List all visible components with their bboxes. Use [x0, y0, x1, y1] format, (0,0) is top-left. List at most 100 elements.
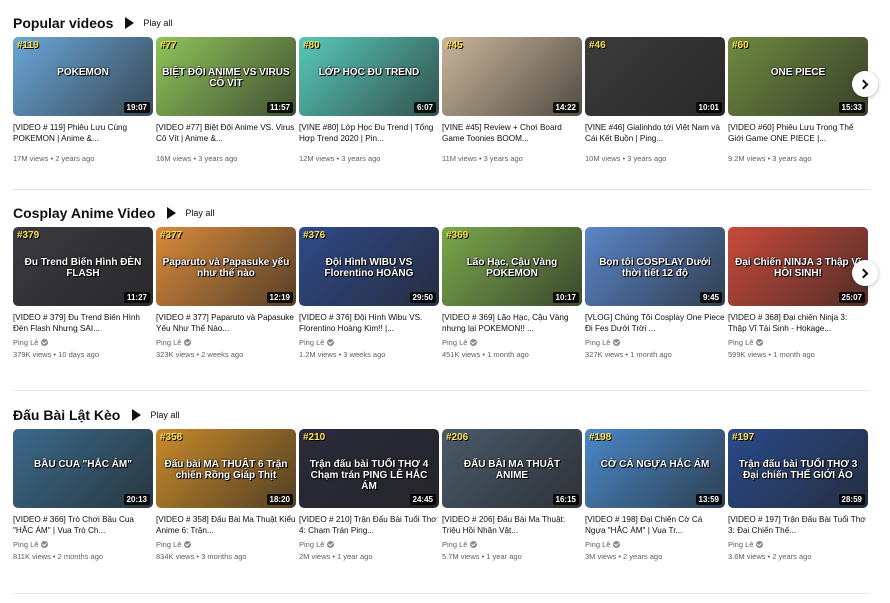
next-arrow-button[interactable]: [852, 260, 878, 286]
video-thumbnail[interactable]: #197 Trận đấu bài TUỔI THƠ 3 Đại chiến TH…: [728, 429, 868, 508]
video-thumbnail[interactable]: Bọn tôi COSPLAY Dưới thời tiết 12 độ 9:45: [585, 227, 725, 306]
video-thumbnail[interactable]: #198 CỜ CÁ NGỰA HẮC ÁM 13:59: [585, 429, 725, 508]
video-thumbnail[interactable]: #369 Lão Hạc, Cậu Vàng POKEMON 10:17: [442, 227, 582, 306]
video-title[interactable]: [VIDEO # 206] Đấu Bài Ma Thuật: Triệu Hồ…: [442, 514, 582, 536]
channel-name[interactable]: Ping Lê: [299, 540, 439, 549]
verified-icon: [41, 541, 49, 548]
channel-name[interactable]: Ping Lê: [156, 540, 296, 549]
video-thumbnail[interactable]: #60 ONE PIECE 15:33: [728, 37, 868, 116]
video-meta: 599K views • 1 month ago: [728, 350, 815, 359]
shelf-title[interactable]: Cosplay Anime Video: [13, 205, 155, 221]
video-title[interactable]: [VIDEO # 119] Phiêu Lưu Cùng POKEMON | A…: [13, 122, 153, 144]
video-title[interactable]: [VIDEO # 376] Đội Hình Wibu VS. Florenti…: [299, 312, 439, 334]
video-card[interactable]: #77 BIỆT ĐỘI ANIME VS VIRUS CÔ VÍT 11:57 [V…: [156, 37, 296, 163]
video-card[interactable]: #119 POKEMON 19:07 [VIDEO # 119] Phiêu Lưu …: [13, 37, 153, 163]
thumbnail-caption: CỜ CÁ NGỰA HẮC ÁM: [600, 459, 710, 470]
video-meta: 16M views • 3 years ago: [156, 154, 238, 163]
video-card[interactable]: Đại Chiến NINJA 3 Thập Vĩ HỒI SINH! 25:07…: [728, 227, 868, 359]
video-meta: 379K views • 10 days ago: [13, 350, 100, 359]
thumbnail-episode-badge: #379: [17, 230, 40, 241]
channel-name[interactable]: Ping Lê: [13, 540, 153, 549]
video-title[interactable]: [VIDEO #77] Biệt Đội Anime VS. Virus Cô …: [156, 122, 296, 144]
video-thumbnail[interactable]: #206 ĐẤU BÀI MA THUẬT ANIME 16:15: [442, 429, 582, 508]
chevron-right-icon: [858, 79, 869, 89]
video-card[interactable]: #197 Trận đấu bài TUỔI THƠ 3 Đại chiến TH…: [728, 429, 868, 561]
channel-name[interactable]: Ping Lê: [585, 540, 725, 549]
video-card[interactable]: #379 Đu Trend Biến Hình ĐÈN FLASH 11:27 [VI…: [13, 227, 153, 359]
thumbnail-caption: Trận đấu bài TUỔI THƠ 3 Đại chiến THẾ GI…: [738, 459, 858, 481]
verified-icon: [613, 339, 621, 346]
channel-name[interactable]: Ping Lê: [728, 338, 868, 347]
video-title[interactable]: [VIDEO # 197] Trận Đấu Bài Tuổi Thơ 3: Đ…: [728, 514, 868, 536]
video-card[interactable]: #377 Paparuto và Papasuke yếu như thế nào…: [156, 227, 296, 359]
video-card[interactable]: #46 10:01 [VINE #46] Gialinhdo tới Việt Na…: [585, 37, 725, 163]
video-title[interactable]: [VIDEO # 366] Trò Chơi Bầu Cua "HẮC ÁM" …: [13, 514, 153, 536]
video-title[interactable]: [VIDEO # 198] Đại Chiến Cờ Cá Ngựa "HẮC …: [585, 514, 725, 536]
channel-name-label: Ping Lê: [442, 338, 468, 347]
video-thumbnail[interactable]: #377 Paparuto và Papasuke yếu như thế nào…: [156, 227, 296, 306]
video-thumbnail[interactable]: #210 Trận đấu bài TUỔI THƠ 4 Chạm trán PI…: [299, 429, 439, 508]
channel-name[interactable]: Ping Lê: [299, 338, 439, 347]
channel-name[interactable]: Ping Lê: [728, 540, 868, 549]
play-all-button[interactable]: Play all: [132, 409, 179, 421]
video-card[interactable]: #376 Đội Hình WIBU VS Florentino HOÀNG 29:…: [299, 227, 439, 359]
thumbnail-caption: Paparuto và Papasuke yếu như thế nào: [162, 257, 290, 279]
thumbnail-caption: Đội Hình WIBU VS Florentino HOÀNG: [324, 257, 414, 279]
video-title[interactable]: [VIDEO #60] Phiêu Lưu Trong Thế Giới Gam…: [728, 122, 868, 144]
video-card[interactable]: #210 Trận đấu bài TUỔI THƠ 4 Chạm trán PI…: [299, 429, 439, 561]
video-thumbnail[interactable]: #379 Đu Trend Biến Hình ĐÈN FLASH 11:27: [13, 227, 153, 306]
video-thumbnail[interactable]: #46 10:01: [585, 37, 725, 116]
thumbnail-caption: Đấu bài MA THUẬT 6 Trận chiến Rồng Giáp …: [164, 459, 288, 481]
video-card[interactable]: Bọn tôi COSPLAY Dưới thời tiết 12 độ 9:45…: [585, 227, 725, 359]
video-title[interactable]: [VIDEO # 379] Đu Trend Biến Hình Đèn Fla…: [13, 312, 153, 334]
channel-name[interactable]: Ping Lê: [13, 338, 153, 347]
video-thumbnail[interactable]: Đại Chiến NINJA 3 Thập Vĩ HỒI SINH! 25:07: [728, 227, 868, 306]
thumbnail-episode-badge: #77: [160, 40, 177, 51]
video-meta: 323K views • 2 weeks ago: [156, 350, 244, 359]
video-card[interactable]: #45 14:22 [VINE #45] Review + Chơi Board G…: [442, 37, 582, 163]
video-thumbnail[interactable]: #358 Đấu bài MA THUẬT 6 Trận chiến Rồng G…: [156, 429, 296, 508]
video-thumbnail[interactable]: #119 POKEMON 19:07: [13, 37, 153, 116]
video-thumbnail[interactable]: BẦU CUA "HẮC ÁM" 20:13: [13, 429, 153, 508]
channel-name[interactable]: Ping Lê: [156, 338, 296, 347]
video-title[interactable]: [VINE #46] Gialinhdo tới Việt Nam và Cái…: [585, 122, 725, 144]
channel-name-label: Ping Lê: [13, 338, 39, 347]
play-all-button[interactable]: Play all: [125, 17, 172, 29]
video-thumbnail[interactable]: #80 LỚP HỌC ĐU TREND 6:07: [299, 37, 439, 116]
video-thumbnail[interactable]: #45 14:22: [442, 37, 582, 116]
video-title[interactable]: [VIDEO # 358] Đấu Bài Ma Thuật Kiểu Anim…: [156, 514, 296, 536]
channel-name[interactable]: Ping Lê: [442, 540, 582, 549]
channel-name-label: Ping Lê: [299, 540, 325, 549]
verified-icon: [41, 339, 49, 346]
verified-icon: [184, 541, 192, 548]
video-card[interactable]: #60 ONE PIECE 15:33 [VIDEO #60] Phiêu Lưu T…: [728, 37, 868, 163]
video-title[interactable]: [VIDEO # 369] Lão Hạc, Cậu Vàng nhưng lạ…: [442, 312, 582, 334]
video-title[interactable]: [VINE #45] Review + Chơi Board Game Toon…: [442, 122, 582, 144]
video-card[interactable]: #369 Lão Hạc, Cậu Vàng POKEMON 10:17 [VIDEO…: [442, 227, 582, 359]
shelf-title[interactable]: Đấu Bài Lật Kèo: [13, 407, 120, 423]
next-arrow-button[interactable]: [852, 71, 878, 97]
video-card[interactable]: #358 Đấu bài MA THUẬT 6 Trận chiến Rồng G…: [156, 429, 296, 561]
shelf-header: Popular videos Play all: [13, 12, 172, 34]
video-title[interactable]: [VINE #80] Lớp Học Đu Trend | Tổng Hợp T…: [299, 122, 439, 144]
thumbnail-episode-badge: #369: [446, 230, 469, 241]
video-card[interactable]: #198 CỜ CÁ NGỰA HẮC ÁM 13:59 [VIDEO # 198] …: [585, 429, 725, 561]
video-title[interactable]: [VIDEO # 368] Đại chiến Ninja 3: Thập Vĩ…: [728, 312, 868, 334]
channel-name-label: Ping Lê: [585, 338, 611, 347]
video-card[interactable]: #80 LỚP HỌC ĐU TREND 6:07 [VINE #80] Lớp Họ…: [299, 37, 439, 163]
thumbnail-episode-badge: #376: [303, 230, 326, 241]
video-card[interactable]: BẦU CUA "HẮC ÁM" 20:13 [VIDEO # 366] Trò C…: [13, 429, 153, 561]
shelf-title[interactable]: Popular videos: [13, 15, 113, 31]
video-meta: 327K views • 1 month ago: [585, 350, 672, 359]
video-card[interactable]: #206 ĐẤU BÀI MA THUẬT ANIME 16:15 [VIDEO # …: [442, 429, 582, 561]
video-title[interactable]: [VLOG] Chúng Tôi Cosplay One Piece Đi Fe…: [585, 312, 725, 334]
video-thumbnail[interactable]: #376 Đội Hình WIBU VS Florentino HOÀNG 29:…: [299, 227, 439, 306]
video-title[interactable]: [VIDEO # 377] Paparuto và Papasuke Yếu N…: [156, 312, 296, 334]
channel-name[interactable]: Ping Lê: [442, 338, 582, 347]
video-title[interactable]: [VIDEO # 210] Trận Đấu Bài Tuổi Thơ 4: C…: [299, 514, 439, 536]
play-all-button[interactable]: Play all: [167, 207, 214, 219]
channel-name[interactable]: Ping Lê: [585, 338, 725, 347]
shelf-header: Đấu Bài Lật Kèo Play all: [13, 404, 179, 426]
video-thumbnail[interactable]: #77 BIỆT ĐỘI ANIME VS VIRUS CÔ VÍT 11:57: [156, 37, 296, 116]
thumbnail-episode-badge: #206: [446, 432, 469, 443]
